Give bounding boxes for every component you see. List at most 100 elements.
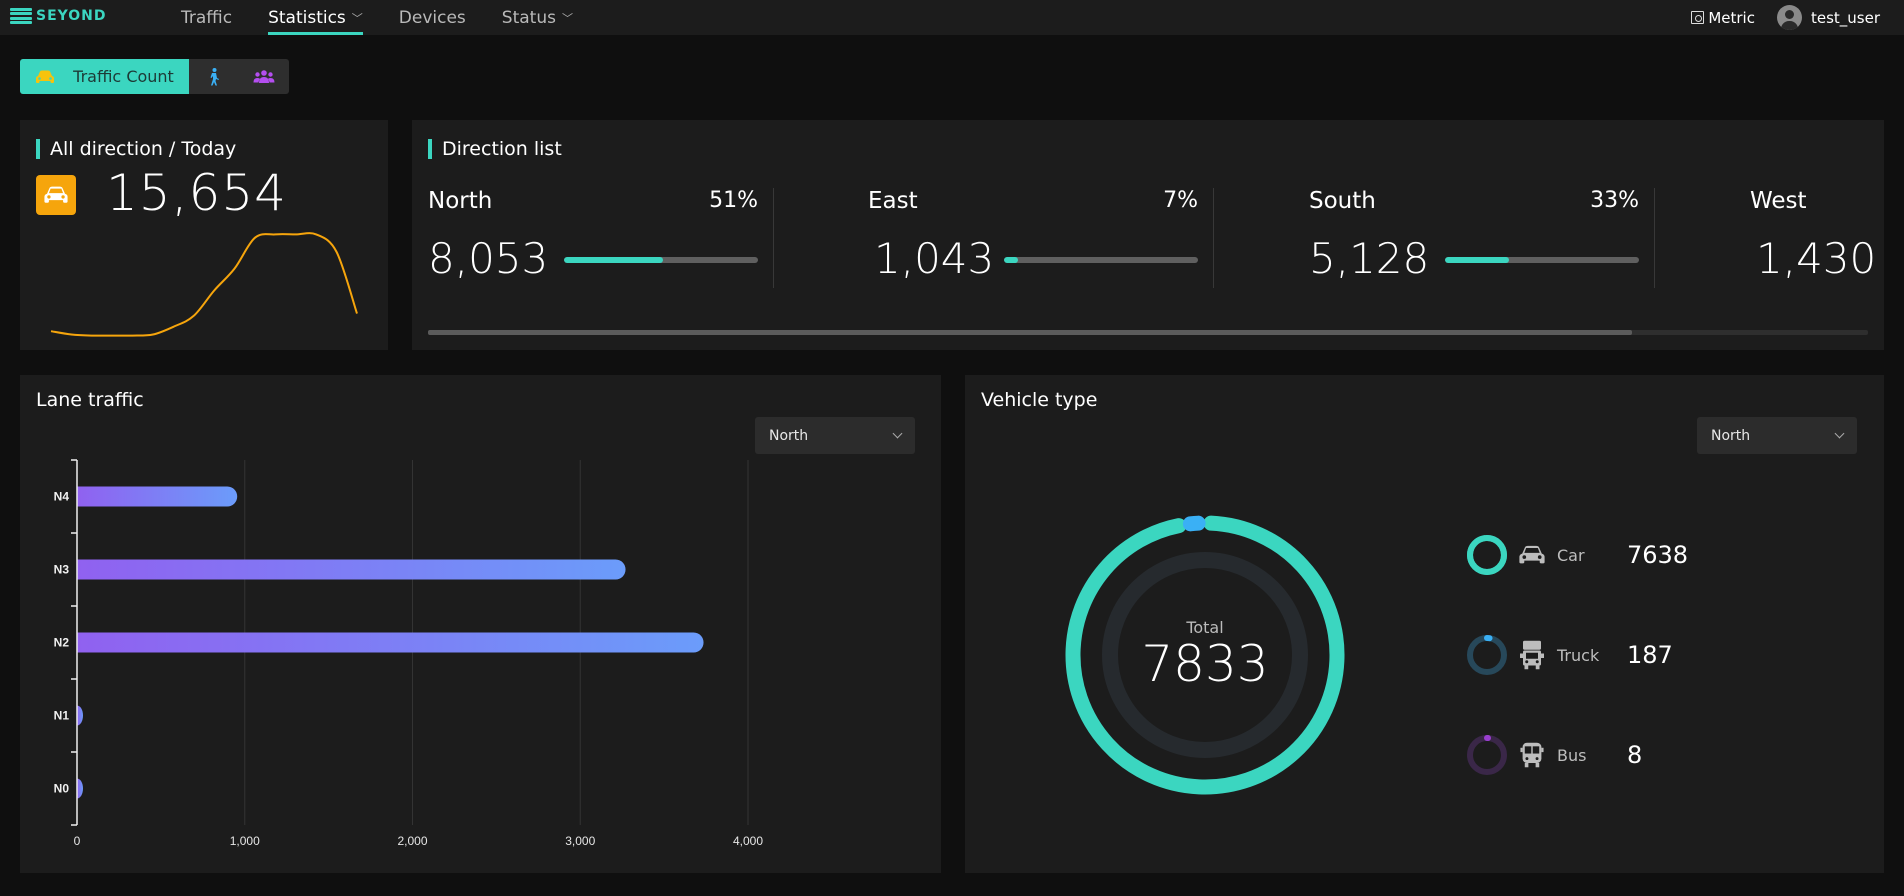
metric-settings-icon xyxy=(1691,11,1705,24)
avatar xyxy=(1776,5,1802,30)
direction-name: North xyxy=(428,188,493,214)
bar-n3[interactable] xyxy=(77,559,626,580)
bus-ring xyxy=(1467,735,1507,775)
nav-label: Traffic xyxy=(181,7,233,28)
vehicle-direction-select[interactable]: North xyxy=(1697,417,1857,454)
nav-status[interactable]: Status ﹀ xyxy=(491,0,584,35)
brand-logo[interactable]: SEYOND xyxy=(10,8,107,24)
direction-count: 5,128 xyxy=(1309,234,1430,283)
logo-icon xyxy=(10,8,32,24)
bar-n2[interactable] xyxy=(77,632,704,653)
top-navbar: SEYOND Traffic Statistics ﹀ Devices Statu… xyxy=(0,0,1904,35)
nav-label: Devices xyxy=(398,7,466,28)
ring-track xyxy=(1467,635,1507,675)
metric-button[interactable]: Metric xyxy=(1691,9,1755,27)
direction-progress-fill xyxy=(1004,257,1018,263)
legend-name: Truck xyxy=(1557,645,1600,665)
legend-name: Car xyxy=(1557,545,1585,565)
truck-icon xyxy=(1517,640,1547,670)
bar-n1[interactable] xyxy=(77,705,83,726)
chevron-down-icon xyxy=(1834,428,1845,439)
truck-ring xyxy=(1467,635,1507,675)
tab-traffic-count[interactable]: Traffic Count xyxy=(20,59,189,94)
donut-center: Total 7833 xyxy=(1060,510,1350,800)
title-accent xyxy=(36,139,40,159)
direction-progress xyxy=(1445,257,1639,263)
car-ring xyxy=(1467,535,1507,575)
tab-label: Traffic Count xyxy=(73,67,174,86)
pedestrian-icon xyxy=(210,67,219,85)
chevron-down-icon: ﹀ xyxy=(561,11,573,25)
legend-bus[interactable]: Bus 8 xyxy=(1465,733,1642,777)
direction-item-west[interactable]: West 1,430 xyxy=(1734,188,1904,288)
tab-pedestrian[interactable] xyxy=(189,59,239,94)
direction-name: East xyxy=(868,188,918,214)
group-icon xyxy=(253,69,275,83)
x-tick-label: 2,000 xyxy=(397,834,427,848)
y-category-label: N4 xyxy=(54,490,70,504)
user-name: test_user xyxy=(1810,8,1880,27)
all-direction-total: 15,654 xyxy=(106,164,287,222)
y-category-label: N0 xyxy=(54,782,70,796)
direction-item-east[interactable]: East 7% 1,043 xyxy=(852,188,1214,288)
direction-percent: 7% xyxy=(1163,188,1198,213)
vehicle-type-title: Vehicle type xyxy=(981,389,1098,411)
tab-group[interactable] xyxy=(239,59,289,94)
nav-label: Status xyxy=(501,7,556,28)
x-tick-label: 4,000 xyxy=(733,834,763,848)
direction-count: 1,430 xyxy=(1756,234,1877,283)
mode-tabs: Traffic Count xyxy=(20,59,289,94)
panel-title: All direction / Today xyxy=(36,138,236,160)
traffic-sparkline xyxy=(50,232,358,337)
divider xyxy=(1654,188,1655,288)
metric-label: Metric xyxy=(1708,8,1755,27)
direction-percent: 51% xyxy=(709,188,758,213)
direction-name: West xyxy=(1750,188,1807,214)
donut-total-value: 7833 xyxy=(1141,634,1269,693)
divider xyxy=(773,188,774,288)
car-icon xyxy=(36,70,55,83)
horizontal-scrollbar[interactable] xyxy=(428,330,1868,335)
x-tick-label: 0 xyxy=(74,834,81,848)
vehicle-donut-chart: Total 7833 xyxy=(1060,510,1350,800)
direction-item-south[interactable]: South 33% 5,128 xyxy=(1293,188,1655,288)
sparkline-path xyxy=(50,232,358,337)
x-tick-label: 3,000 xyxy=(565,834,595,848)
direction-progress-fill xyxy=(1445,257,1510,263)
y-category-label: N1 xyxy=(54,709,70,723)
legend-car[interactable]: Car 7638 xyxy=(1465,533,1688,577)
direction-progress-fill xyxy=(564,257,663,263)
car-icon xyxy=(1517,545,1547,565)
legend-value: 187 xyxy=(1627,641,1673,669)
all-direction-panel: All direction / Today 15,654 xyxy=(20,120,388,350)
scrollbar-thumb[interactable] xyxy=(428,330,1632,335)
brand-name: SEYOND xyxy=(36,8,107,24)
lane-traffic-panel: 0 1,000 2,000 3,000 4,000 N4 N3 N2 N1 N0 Lane tra… xyxy=(20,375,941,873)
lane-direction-select[interactable]: North xyxy=(755,417,915,454)
nav-statistics[interactable]: Statistics ﹀ xyxy=(257,0,374,35)
legend-value: 8 xyxy=(1627,741,1643,769)
bar-n4[interactable] xyxy=(77,486,238,507)
select-value: North xyxy=(1711,427,1751,444)
nav-label: Statistics xyxy=(268,7,346,28)
direction-count: 1,043 xyxy=(874,234,995,283)
direction-count: 8,053 xyxy=(428,234,549,283)
direction-item-north[interactable]: North 51% 8,053 xyxy=(412,188,774,288)
legend-name: Bus xyxy=(1557,745,1587,765)
direction-percent: 33% xyxy=(1590,188,1639,213)
top-right-actions: Metric test_user xyxy=(1691,0,1880,35)
select-value: North xyxy=(769,427,809,444)
legend-value: 7638 xyxy=(1627,541,1689,569)
bar-n0[interactable] xyxy=(77,778,83,799)
y-category-label: N3 xyxy=(54,563,70,577)
legend-truck[interactable]: Truck 187 xyxy=(1465,633,1673,677)
nav-devices[interactable]: Devices xyxy=(388,0,477,35)
main-nav: Traffic Statistics ﹀ Devices Status ﹀ xyxy=(170,0,598,35)
direction-list-title: Direction list xyxy=(442,138,562,160)
chevron-down-icon: ﹀ xyxy=(351,11,363,25)
nav-traffic[interactable]: Traffic xyxy=(170,0,243,35)
direction-progress xyxy=(564,257,758,263)
lane-traffic-title: Lane traffic xyxy=(36,389,144,411)
ring-track xyxy=(1467,735,1507,775)
user-menu[interactable]: test_user xyxy=(1776,5,1880,30)
